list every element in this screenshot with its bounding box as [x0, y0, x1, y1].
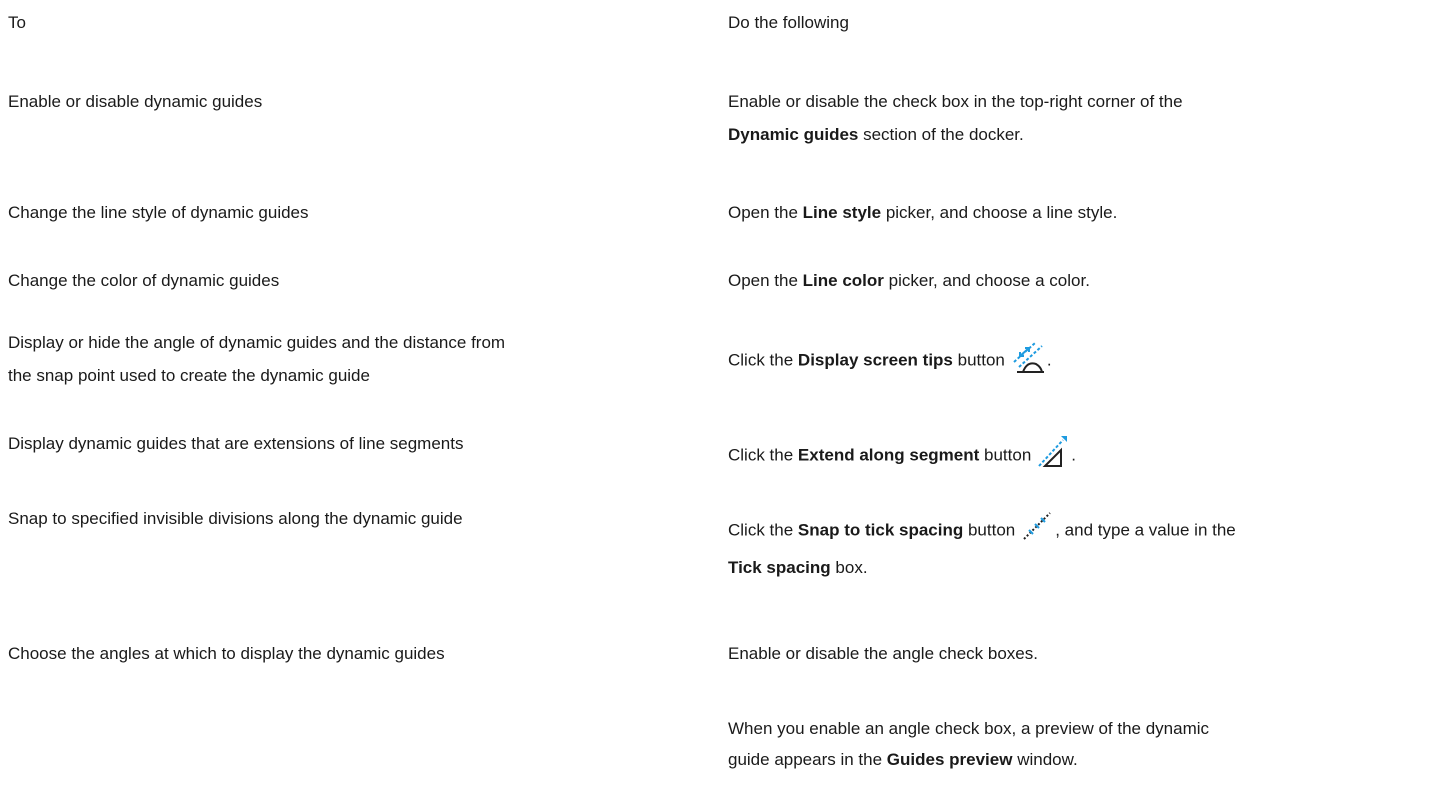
instruction-line: When you enable an angle check box, a pr… [728, 714, 1433, 743]
instruction-cell: Open the Line color picker, and choose a… [728, 266, 1433, 295]
instruction-text: box. [830, 558, 868, 577]
instruction-line: Dynamic guides section of the docker. [728, 120, 1433, 149]
task-cell: Enable or disable dynamic guides [8, 87, 708, 116]
instruction-text: window. [1012, 750, 1078, 769]
header-do-following-text: Do the following [728, 13, 849, 32]
task-cell: Display or hide the angle of dynamic gui… [8, 328, 708, 390]
instruction-line: Click the Snap to tick spacing button , … [728, 512, 1433, 547]
ui-term-extend-along-segment: Extend along segment [797, 445, 980, 465]
task-text: Snap to specified invisible divisions al… [8, 509, 463, 528]
ui-term-guides-preview: Guides preview [886, 750, 1013, 769]
task-cell: Snap to specified invisible divisions al… [8, 504, 708, 533]
instruction-cell: Open the Line style picker, and choose a… [728, 198, 1433, 227]
instruction-text: button [952, 350, 1005, 370]
instruction-text: button [963, 520, 1016, 540]
instruction-text: Open the [728, 271, 803, 290]
ui-term-line-style: Line style [802, 203, 882, 222]
snap-to-tick-spacing-icon [1021, 510, 1053, 542]
task-cell: Display dynamic guides that are extensio… [8, 429, 708, 458]
ui-term-dynamic-guides: Dynamic guides [728, 125, 859, 144]
ui-term-tick-spacing: Tick spacing [728, 558, 831, 577]
ui-term-snap-to-tick-spacing: Snap to tick spacing [797, 520, 964, 540]
instruction-text: Open the [728, 203, 803, 222]
column-header-to: To [8, 8, 708, 37]
ui-term-display-screen-tips: Display screen tips [797, 350, 953, 370]
task-text: Change the color of dynamic guides [8, 271, 280, 290]
instruction-text: Enable or disable the angle check boxes. [728, 644, 1038, 663]
instruction-text: . [1046, 350, 1052, 370]
instruction-text: button [979, 445, 1032, 465]
instruction-line: Enable or disable the check box in the t… [728, 87, 1433, 116]
header-to-text: To [8, 13, 26, 32]
task-cell: Choose the angles at which to display th… [8, 639, 708, 668]
task-cell: Change the color of dynamic guides [8, 266, 708, 295]
ui-term-line-color: Line color [802, 271, 884, 290]
instruction-line: Tick spacing box. [728, 553, 1433, 582]
instruction-text: guide appears in the [728, 750, 887, 769]
instruction-line: guide appears in the Guides preview wind… [728, 745, 1433, 774]
task-text: Change the line style of dynamic guides [8, 203, 309, 222]
instruction-text: Click the [728, 520, 798, 540]
instruction-text: Click the [728, 445, 798, 465]
instruction-text: Click the [728, 350, 798, 370]
task-text: Display dynamic guides that are extensio… [8, 434, 464, 453]
display-screen-tips-icon [1011, 340, 1045, 374]
instruction-text: , and type a value in the [1055, 520, 1236, 540]
task-text-line: the snap point used to create the dynami… [8, 366, 370, 385]
instruction-cell: Enable or disable the check box in the t… [728, 87, 1433, 149]
instruction-cell: Click the Snap to tick spacing button , … [728, 512, 1433, 582]
task-text-line: Display or hide the angle of dynamic gui… [8, 333, 506, 352]
column-header-do-following: Do the following [728, 8, 1433, 37]
instruction-note: When you enable an angle check box, a pr… [728, 714, 1433, 774]
instruction-cell: Enable or disable the angle check boxes. [728, 639, 1433, 668]
instruction-text: picker, and choose a line style. [881, 203, 1118, 222]
task-text: Enable or disable dynamic guides [8, 92, 263, 111]
extend-along-segment-icon [1037, 434, 1069, 468]
instruction-cell: Click the Extend along segment button . [728, 436, 1433, 473]
instruction-cell: Click the Display screen tips button . [728, 342, 1433, 378]
task-cell: Change the line style of dynamic guides [8, 198, 708, 227]
task-text: Choose the angles at which to display th… [8, 644, 445, 663]
instruction-text: Enable or disable the check box in the t… [728, 92, 1183, 111]
instruction-text: When you enable an angle check box, a pr… [728, 719, 1210, 738]
instruction-text: section of the docker. [858, 125, 1024, 144]
instruction-text: picker, and choose a color. [883, 271, 1090, 290]
instruction-text: . [1071, 445, 1077, 465]
